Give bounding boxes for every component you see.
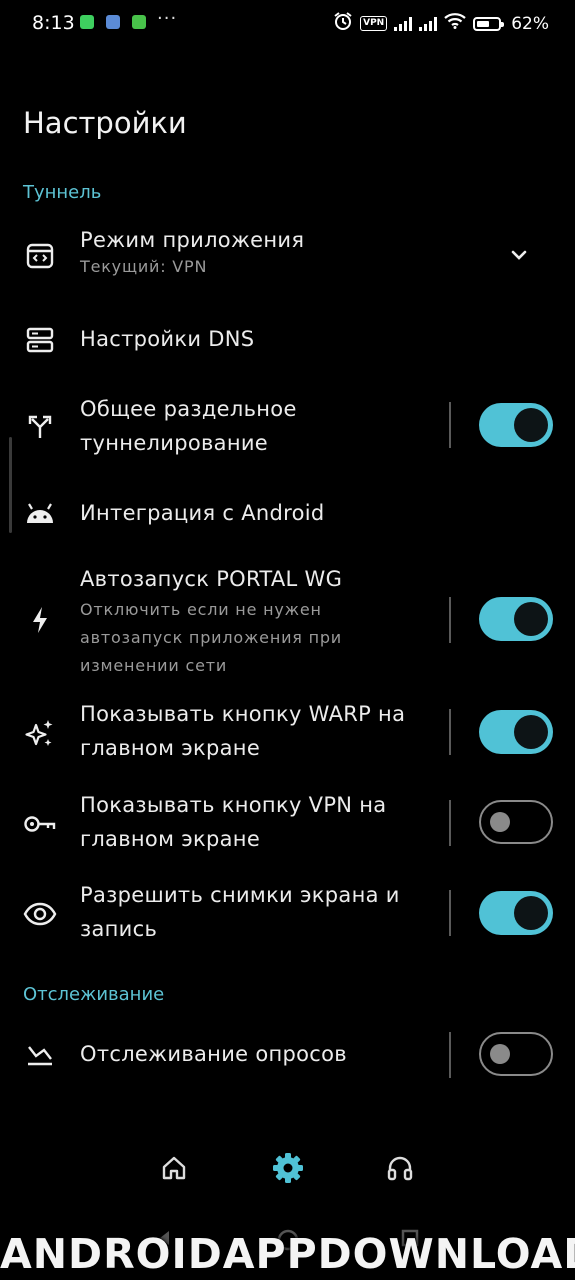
home-icon[interactable] bbox=[152, 1146, 196, 1190]
screenshots-toggle[interactable] bbox=[479, 891, 553, 935]
setting-dns[interactable]: Настройки DNS bbox=[0, 318, 575, 362]
battery-percent: 62% bbox=[511, 13, 549, 34]
android-icon bbox=[22, 496, 58, 532]
wifi-icon bbox=[444, 13, 466, 34]
alarm-icon bbox=[333, 11, 353, 36]
app-window-icon bbox=[22, 238, 58, 274]
vpn-icon: VPN bbox=[360, 16, 388, 31]
key-icon bbox=[22, 806, 58, 842]
setting-label: Автозапуск PORTAL WG bbox=[80, 567, 343, 591]
setting-label: Настройки DNS bbox=[80, 327, 255, 351]
setting-label: Интеграция с Android bbox=[80, 501, 325, 525]
signal-icon bbox=[394, 16, 413, 31]
divider bbox=[449, 402, 451, 448]
split-arrows-icon bbox=[22, 408, 58, 444]
section-header-tracking: Отслеживание bbox=[23, 984, 165, 1005]
setting-label: Режим приложения bbox=[80, 228, 305, 252]
divider bbox=[449, 709, 451, 755]
warp-button-toggle[interactable] bbox=[479, 710, 553, 754]
dns-server-icon bbox=[22, 322, 58, 358]
divider bbox=[449, 800, 451, 846]
status-right: VPN 62% bbox=[333, 11, 549, 36]
sparkle-icon bbox=[22, 715, 58, 751]
setting-subtitle: Текущий: VPN bbox=[80, 257, 208, 276]
setting-allow-screenshots[interactable]: Разрешить снимки экрана и запись bbox=[0, 878, 575, 950]
autostart-toggle[interactable] bbox=[479, 597, 553, 641]
setting-split-tunneling[interactable]: Общее раздельное туннелирование bbox=[0, 390, 575, 462]
game-icon bbox=[132, 15, 146, 29]
status-bar: 8:13 ··· VPN 62% bbox=[0, 0, 575, 48]
divider bbox=[449, 1032, 451, 1078]
setting-autostart[interactable]: Автозапуск PORTAL WG Отключить если не н… bbox=[0, 562, 575, 678]
watermark-text: ANDROIDAPPDOWNLOAD.I bbox=[0, 1230, 575, 1278]
divider bbox=[449, 890, 451, 936]
eye-icon bbox=[22, 896, 58, 932]
setting-android-integration[interactable]: Интеграция с Android bbox=[0, 492, 575, 536]
settings-gear-icon[interactable] bbox=[266, 1146, 310, 1190]
battery-level bbox=[477, 20, 490, 27]
whatsapp-icon bbox=[80, 15, 94, 29]
poll-tracking-toggle[interactable] bbox=[479, 1032, 553, 1076]
setting-label: Общее раздельное туннелирование bbox=[80, 397, 297, 455]
split-tunneling-toggle[interactable] bbox=[479, 403, 553, 447]
more-notifications-icon: ··· bbox=[157, 8, 178, 29]
app-icon bbox=[106, 15, 120, 29]
setting-label: Разрешить снимки экрана и запись bbox=[80, 883, 400, 941]
setting-app-mode[interactable]: Режим приложения Текущий: VPN bbox=[0, 222, 575, 292]
headset-icon[interactable] bbox=[378, 1146, 422, 1190]
setting-show-vpn-button[interactable]: Показывать кнопку VPN на главном экране bbox=[0, 788, 575, 860]
vpn-button-toggle[interactable] bbox=[479, 800, 553, 844]
page-title: Настройки bbox=[23, 106, 187, 140]
status-time: 8:13 bbox=[32, 12, 75, 34]
signal-icon bbox=[419, 16, 438, 31]
setting-label: Показывать кнопку WARP на главном экране bbox=[80, 702, 406, 760]
poll-tracking-icon bbox=[22, 1036, 58, 1072]
section-header-tunnel: Туннель bbox=[23, 182, 102, 203]
setting-show-warp-button[interactable]: Показывать кнопку WARP на главном экране bbox=[0, 697, 575, 769]
setting-poll-tracking[interactable]: Отслеживание опросов bbox=[0, 1032, 575, 1078]
divider bbox=[449, 597, 451, 643]
chevron-down-icon[interactable] bbox=[506, 242, 532, 268]
setting-label: Отслеживание опросов bbox=[80, 1042, 347, 1066]
battery-icon bbox=[473, 16, 505, 31]
setting-subtitle: Отключить если не нужен автозапуск прило… bbox=[80, 600, 343, 675]
setting-label: Показывать кнопку VPN на главном экране bbox=[80, 793, 387, 851]
bolt-icon bbox=[22, 602, 58, 638]
